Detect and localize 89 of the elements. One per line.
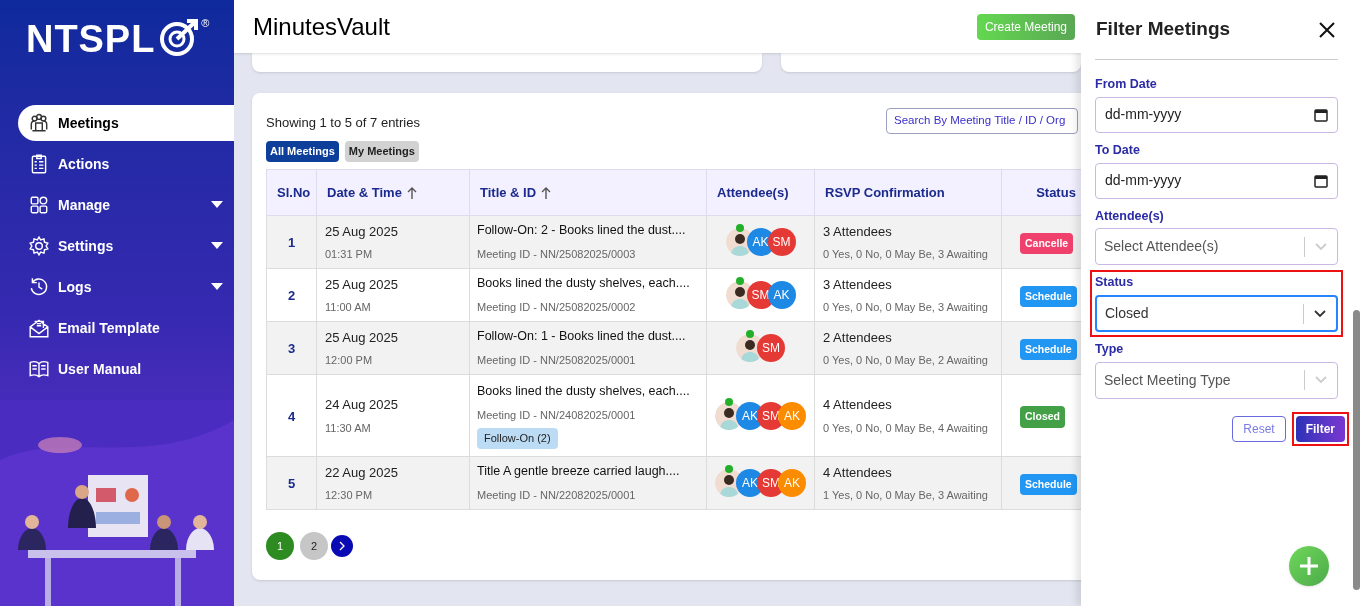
field-label: To Date	[1095, 141, 1141, 159]
meeting-date: 25 Aug 2025	[325, 328, 400, 347]
app-title: MinutesVault	[253, 11, 390, 42]
rsvp-summary: 0 Yes, 0 No, 0 May Be, 2 Awaiting	[823, 353, 989, 368]
meeting-date: 25 Aug 2025	[325, 275, 400, 294]
field-label: Attendee(s)	[1095, 207, 1165, 225]
attendee-count: 2 Attendees	[823, 328, 893, 347]
status-badge: Schedule	[1020, 285, 1077, 308]
chevron-right-icon	[338, 541, 346, 551]
meeting-id: Meeting ID - NN/25082025/0002	[477, 300, 637, 316]
sidebar-item[interactable]: Manage	[18, 187, 234, 223]
grid-icon	[28, 194, 50, 216]
select-field[interactable]: Select Meeting Type	[1095, 361, 1338, 399]
meeting-id: Meeting ID - NN/24082025/0001	[477, 407, 637, 423]
logo-text: NTSPL	[26, 20, 156, 58]
scrollbar[interactable]	[1353, 310, 1360, 590]
gear-icon	[28, 235, 50, 257]
attendee-count: 3 Attendees	[823, 275, 893, 294]
sidebar-item[interactable]: Logs	[18, 269, 234, 305]
row-number: 1	[287, 235, 296, 250]
rsvp-summary: 0 Yes, 0 No, 0 May Be, 3 Awaiting	[823, 300, 989, 315]
follow-on-tag: Follow-On (2)	[477, 428, 558, 449]
meeting-date: 24 Aug 2025	[325, 396, 400, 414]
row-number: 4	[287, 408, 296, 424]
select-field[interactable]: Select Attendee(s)	[1095, 228, 1338, 266]
panel-title: Filter Meetings	[1095, 17, 1231, 42]
meeting-id: Meeting ID - NN/22082025/0001	[477, 488, 637, 504]
sidebar-item[interactable]: Meetings	[18, 105, 234, 141]
attendee-avatar: SM	[757, 334, 785, 362]
search-field[interactable]: Search By Meeting Title / ID / Org	[886, 108, 1078, 134]
calendar-icon	[1314, 107, 1328, 122]
sidebar-item[interactable]: Actions	[18, 146, 234, 182]
view-tab[interactable]: All Meetings	[266, 141, 339, 162]
plus-icon	[1299, 556, 1319, 576]
status-badge: Schedule	[1020, 473, 1077, 496]
add-button[interactable]	[1289, 546, 1329, 586]
rsvp-summary: 1 Yes, 0 No, 0 May Be, 3 Awaiting	[823, 488, 989, 503]
registered-mark: ®	[201, 18, 210, 29]
book-icon	[28, 358, 50, 380]
meeting-date: 22 Aug 2025	[325, 463, 400, 482]
filter-button[interactable]: Filter	[1295, 415, 1345, 442]
reset-button[interactable]: Reset	[1232, 415, 1286, 442]
sidebar-item[interactable]: User Manual	[18, 351, 234, 387]
attendee-count: 4 Attendees	[823, 396, 893, 414]
meeting-title[interactable]: Follow-On: 2 - Books lined the dust....	[477, 221, 699, 241]
sidebar-item[interactable]: Email Template	[18, 310, 234, 346]
attendee-avatar: AK	[778, 401, 806, 430]
sidebar-item[interactable]: Settings	[18, 228, 234, 264]
attendee-avatar: AK	[778, 469, 806, 497]
meeting-time: 01:31 PM	[325, 247, 374, 262]
meeting-time: 11:00 AM	[325, 300, 372, 315]
meeting-time: 12:00 PM	[325, 353, 374, 368]
meeting-title[interactable]: Books lined the dusty shelves, each....	[477, 381, 699, 401]
rsvp-summary: 0 Yes, 0 No, 0 May Be, 3 Awaiting	[823, 247, 989, 262]
people-icon	[28, 112, 50, 134]
view-tab[interactable]: My Meetings	[344, 141, 419, 162]
meeting-id: Meeting ID - NN/25082025/0003	[477, 247, 637, 263]
close-icon	[1319, 21, 1335, 38]
entries-summary: Showing 1 to 5 of 7 entries	[266, 114, 420, 132]
history-icon	[28, 276, 50, 298]
row-number: 2	[287, 288, 296, 303]
envelope-icon	[28, 317, 50, 339]
row-number: 5	[287, 476, 296, 491]
next-page-button[interactable]	[331, 535, 353, 557]
date-field[interactable]: dd-mm-yyyy	[1095, 96, 1338, 133]
attendee-count: 3 Attendees	[823, 222, 893, 241]
page-button[interactable]: 2	[300, 532, 328, 560]
meeting-id: Meeting ID - NN/25082025/0001	[477, 353, 637, 369]
status-badge: Schedule	[1020, 338, 1077, 361]
status-badge: Closed	[1020, 406, 1065, 428]
meeting-time: 11:30 AM	[325, 420, 372, 436]
field-label: Status	[1095, 274, 1135, 292]
status-badge: Cancelle	[1020, 232, 1074, 255]
meeting-title[interactable]: Title A gentle breeze carried laugh....	[477, 462, 699, 482]
meeting-title[interactable]: Follow-On: 1 - Books lined the dust....	[477, 327, 699, 347]
meeting-time: 12:30 PM	[325, 488, 374, 503]
meeting-date: 25 Aug 2025	[325, 222, 400, 241]
attendee-count: 4 Attendees	[823, 463, 893, 482]
rsvp-summary: 0 Yes, 0 No, 0 May Be, 4 Awaiting	[823, 420, 989, 436]
page-button[interactable]: 1	[266, 532, 294, 560]
field-label: Type	[1095, 341, 1125, 358]
row-number: 3	[287, 341, 296, 356]
calendar-icon	[1314, 173, 1328, 188]
attendee-avatar: SM	[767, 228, 796, 256]
column-header[interactable]: Title & ID	[480, 182, 537, 203]
select-field[interactable]: Closed	[1095, 295, 1338, 332]
meeting-title[interactable]: Books lined the dusty shelves, each....	[477, 274, 699, 294]
field-label: From Date	[1095, 76, 1158, 93]
date-field[interactable]: dd-mm-yyyy	[1095, 162, 1338, 199]
